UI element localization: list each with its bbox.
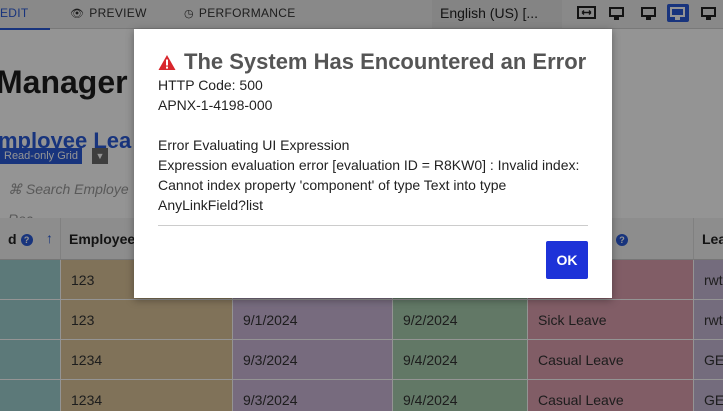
error-dialog: The System Has Encountered an Error HTTP… xyxy=(134,29,612,298)
page: EDIT 👁 PREVIEW ◷ PERFORMANCE English (US) … xyxy=(0,0,723,411)
error-dialog-body: HTTP Code: 500 APNX-1-4198-000 Error Eva… xyxy=(158,75,588,215)
ok-button[interactable]: OK xyxy=(546,241,588,279)
error-dialog-title: The System Has Encountered an Error xyxy=(158,49,588,75)
error-heading: Error Evaluating UI Expression xyxy=(158,137,350,153)
error-id: APNX-1-4198-000 xyxy=(158,97,273,113)
http-code: HTTP Code: 500 xyxy=(158,77,263,93)
dialog-divider xyxy=(158,225,588,226)
error-message: Expression evaluation error [evaluation … xyxy=(158,157,580,213)
warning-icon xyxy=(158,55,176,70)
error-dialog-title-text: The System Has Encountered an Error xyxy=(184,49,587,74)
